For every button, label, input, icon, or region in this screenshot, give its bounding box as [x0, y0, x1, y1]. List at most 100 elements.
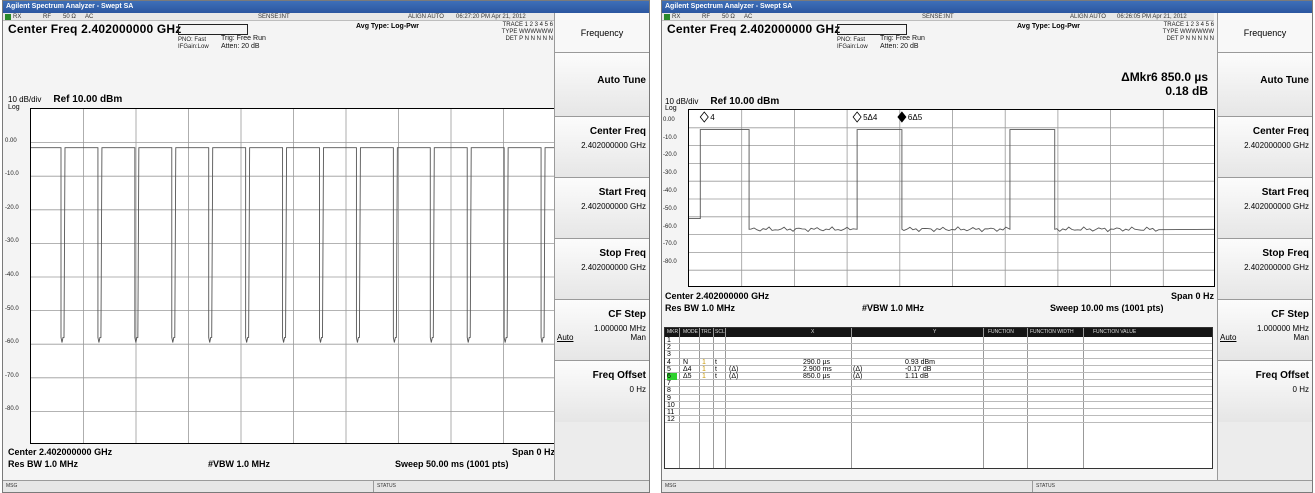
cf-step-value: 1.000000 MHz	[1256, 324, 1309, 333]
marker-number: 7	[667, 380, 671, 388]
marker-6-label: 6Δ5	[908, 113, 923, 122]
det-row: DET P N N N N N	[1166, 36, 1214, 42]
trace-info: TRACE 1 2 3 4 5 6 TYPE WWWWWW DET P N N …	[487, 22, 553, 43]
marker-number: 1	[667, 337, 671, 344]
center-freq-value: 2.402000000 GHz	[1244, 141, 1309, 150]
det-row: DET P N N N N N	[505, 36, 553, 42]
marker-trace: 1	[702, 365, 706, 373]
marker-number: 10	[667, 401, 675, 409]
coupling-label: AC	[85, 14, 94, 20]
status-row: RX RF 50 Ω AC SENSE:INT ALIGN AUTO 06:27…	[3, 13, 555, 21]
delta-marker-time: ΔMkr6 850.0 µs	[1121, 70, 1208, 84]
marker-table-row[interactable]: 6 Δ5 1 t (Δ) 850.0 µs (Δ) 1.11 dB	[665, 372, 1212, 381]
status-label: STATUS	[377, 483, 396, 489]
y-axis-label: -80.0	[5, 406, 19, 413]
start-freq-label: Start Freq	[598, 187, 646, 198]
start-freq-key[interactable]: Start Freq 2.402000000 GHz	[1218, 178, 1312, 239]
auto-tune-key[interactable]: Auto Tune	[555, 53, 649, 117]
marker-table-row[interactable]: 5 Δ4 1 t (Δ) 2.900 ms (Δ) -0.17 dB	[665, 366, 1212, 373]
center-freq-title[interactable]: Center Freq 2.402000000 GHz	[8, 22, 182, 36]
marker-table-row[interactable]: 4 N 1 t 290.0 µs 0.93 dBm	[665, 359, 1212, 366]
coupling-label: AC	[744, 14, 753, 20]
impedance-label: 50 Ω	[722, 14, 735, 20]
marker-table-row[interactable]: 10	[665, 402, 1212, 409]
y-axis-label: -10.0	[663, 134, 677, 141]
menu-title: Frequency	[555, 13, 649, 53]
marker-table-row[interactable]: 1	[665, 337, 1212, 345]
marker-table-body: 1 2 3 4 N 1 t 290.0 µs 0.93 dBm 5 Δ4 1 t (Δ) 2.900 ms(…	[665, 328, 1212, 468]
type-row: TYPE WWWWWW	[501, 29, 553, 35]
atten-label: Atten: 20 dB	[880, 43, 919, 50]
marker-y-value: 0.93 dBm	[905, 358, 935, 366]
cf-step-key[interactable]: CF Step 1.000000 MHz Auto Man	[555, 300, 649, 361]
stop-freq-value: 2.402000000 GHz	[581, 263, 646, 272]
y-axis-label: -20.0	[5, 204, 19, 211]
cf-step-key[interactable]: CF Step 1.000000 MHz Auto Man	[1218, 300, 1312, 361]
if-gain-label: IFGain:Low	[178, 44, 209, 50]
right-analyzer-window: Agilent Spectrum Analyzer - Swept SA RX …	[661, 0, 1313, 493]
rx-label: RX	[13, 14, 22, 20]
marker-5-label: 5Δ4	[863, 113, 878, 122]
avg-type-label: Avg Type: Log-Pwr	[1017, 23, 1080, 30]
rx-icon	[664, 14, 670, 20]
center-freq-value: 2.402000000 GHz	[581, 141, 646, 150]
marker-number: 5	[667, 365, 671, 373]
marker-table-row[interactable]: 2	[665, 344, 1212, 352]
stop-freq-key[interactable]: Stop Freq 2.402000000 GHz	[555, 239, 649, 300]
align-label: ALIGN AUTO	[1070, 14, 1106, 20]
marker-number: 8	[667, 387, 671, 395]
center-freq-key[interactable]: Center Freq 2.402000000 GHz	[555, 117, 649, 178]
center-freq-key[interactable]: Center Freq 2.402000000 GHz	[1218, 117, 1312, 178]
center-freq-title[interactable]: Center Freq 2.402000000 GHz	[667, 22, 841, 36]
scale-ref: 10 dB/div Ref 10.00 dBm	[8, 94, 122, 105]
marker-scale: t	[715, 365, 717, 373]
auto-tune-label: Auto Tune	[597, 75, 646, 86]
start-freq-value: 2.402000000 GHz	[1244, 202, 1309, 211]
marker-y-value: 1.11 dB	[905, 372, 929, 380]
marker-table-header-cell: FUNCTION WIDTH	[1030, 329, 1074, 335]
marker-table-row[interactable]: 11	[665, 409, 1212, 417]
cf-step-man: Man	[630, 333, 646, 342]
marker-table-row[interactable]: 8	[665, 387, 1212, 395]
bottom-span: Span 0 Hz	[1170, 291, 1214, 301]
bottom-vbw: #VBW 1.0 MHz	[862, 303, 925, 313]
stop-freq-key[interactable]: Stop Freq 2.402000000 GHz	[1218, 239, 1312, 300]
center-freq-entry-box	[837, 24, 907, 35]
bottom-sweep: Sweep 50.00 ms (1001 pts)	[395, 459, 509, 469]
marker-mode: N	[683, 358, 689, 366]
rx-icon	[5, 14, 11, 20]
start-freq-key[interactable]: Start Freq 2.402000000 GHz	[555, 178, 649, 239]
y-axis-label: -80.0	[663, 259, 677, 266]
y-axis-label: -30.0	[5, 238, 19, 245]
trace-1	[689, 129, 1214, 233]
marker-table-row[interactable]: 7	[665, 380, 1212, 388]
marker-table-row[interactable]: 3	[665, 351, 1212, 359]
marker-table-row[interactable]: 12	[665, 416, 1212, 424]
window-title: Agilent Spectrum Analyzer - Swept SA	[662, 1, 1312, 13]
trace-graticule[interactable]	[30, 108, 555, 444]
marker-x-delta: (Δ)	[729, 372, 739, 380]
cf-step-label: CF Step	[608, 309, 646, 320]
status-row: RX RF 50 Ω AC SENSE:INT ALIGN AUTO 06:26…	[662, 13, 1214, 21]
marker-table-row[interactable]: 9	[665, 395, 1212, 402]
marker-table-header-cell: X	[811, 329, 815, 335]
y-axis-label: -20.0	[663, 152, 677, 159]
cf-step-label: CF Step	[1271, 309, 1309, 320]
trace-graticule[interactable]: 4 5Δ4 6Δ5	[688, 109, 1215, 287]
marker-scale: t	[715, 358, 717, 366]
freq-offset-key[interactable]: Freq Offset 0 Hz	[1218, 361, 1312, 422]
marker-trace: 1	[702, 358, 706, 366]
datetime-label: 06:27:20 PM Apr 21, 2012	[456, 14, 526, 20]
marker-6-icon	[897, 111, 907, 123]
scale-div: 10 dB/div	[8, 95, 42, 104]
marker-number: 12	[667, 416, 675, 424]
marker-x-value: 290.0 µs	[803, 358, 830, 366]
auto-tune-key[interactable]: Auto Tune	[1218, 53, 1312, 117]
message-bar: MSG STATUS	[3, 480, 649, 492]
freq-offset-key[interactable]: Freq Offset 0 Hz	[555, 361, 649, 422]
marker-table-header-cell: MKR	[667, 329, 679, 335]
rf-label: RF	[702, 14, 710, 20]
align-label: ALIGN AUTO	[408, 14, 444, 20]
trace-plot: 4 5Δ4 6Δ5	[689, 110, 1214, 286]
marker-trace: 1	[702, 372, 706, 380]
